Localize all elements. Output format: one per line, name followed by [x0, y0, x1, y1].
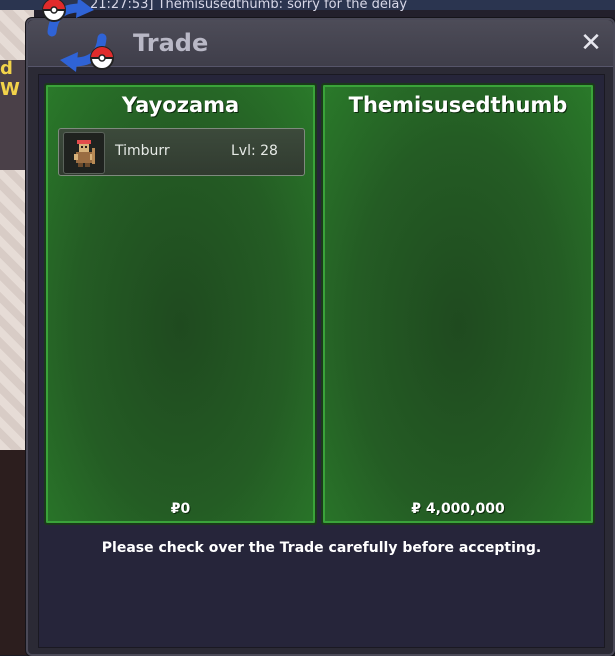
left-trade-panel: Yayozama Timburr Lvl: 28 ₽0 [44, 83, 317, 525]
trade-notice: Please check over the Trade carefully be… [101, 540, 542, 556]
right-trade-panel: Themisusedthumb ₽ 4,000,000 [321, 83, 595, 525]
item-name: Timburr [115, 143, 170, 159]
trade-window: Trade ✕ Yayozama Timburr Lvl: 28 ₽0 Them… [26, 18, 615, 656]
chat-line: 21:27:53] Themisusedthumb: sorry for the… [90, 0, 408, 12]
left-player-name: Yayozama [121, 93, 240, 117]
trade-content: Yayozama Timburr Lvl: 28 ₽0 Themisusedth… [38, 74, 605, 648]
item-level: Lvl: 28 [231, 143, 278, 159]
window-title: Trade [133, 29, 209, 57]
timburr-sprite-icon [63, 132, 105, 174]
trade-logo-icon [32, 0, 122, 72]
trade-item[interactable]: Timburr Lvl: 28 [58, 128, 305, 176]
left-money: ₽0 [170, 501, 191, 517]
right-money: ₽ 4,000,000 [411, 501, 505, 517]
right-player-name: Themisusedthumb [348, 93, 568, 117]
close-button[interactable]: ✕ [578, 30, 604, 56]
